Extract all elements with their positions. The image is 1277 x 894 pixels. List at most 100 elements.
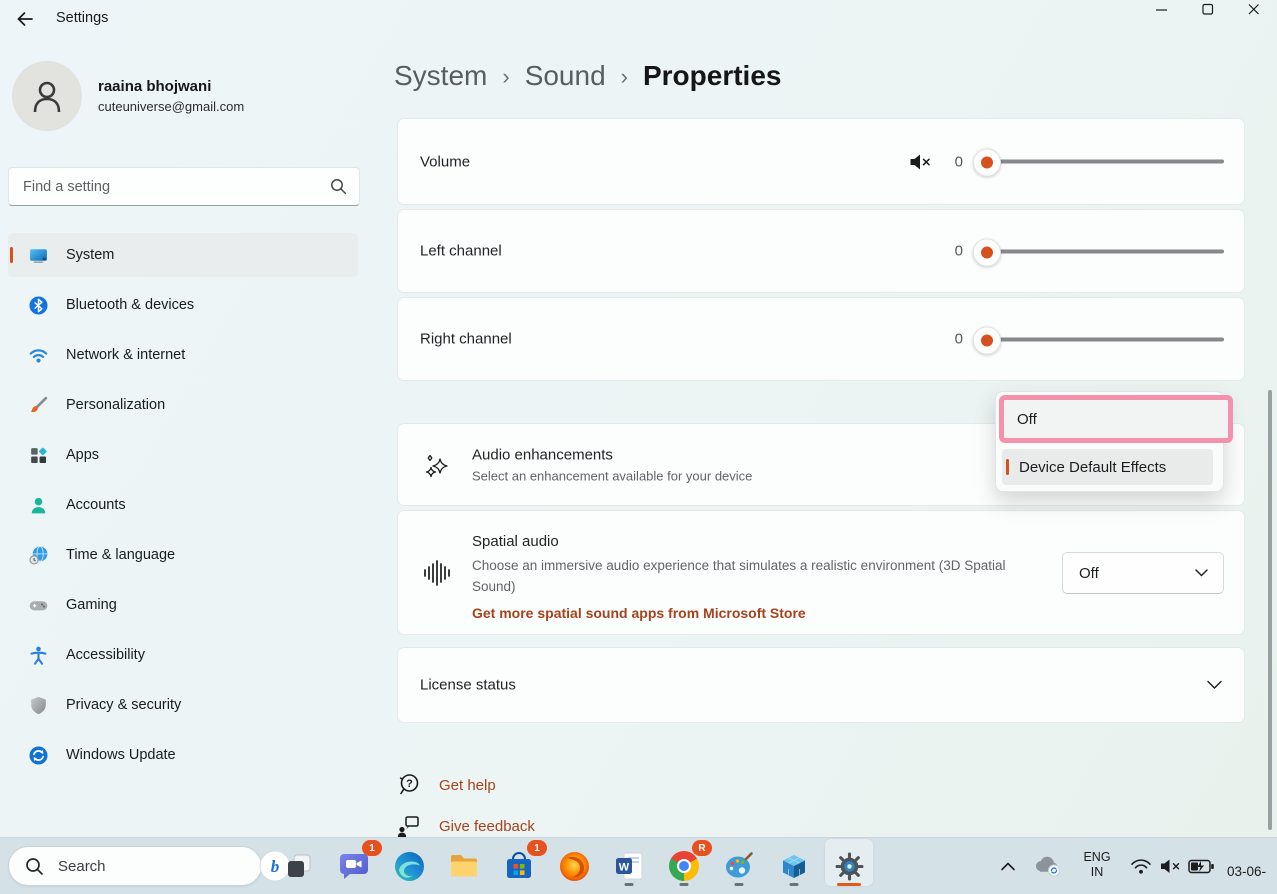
- sidebar-item-system[interactable]: System: [8, 233, 358, 277]
- breadcrumb-separator: ›: [621, 62, 628, 90]
- maximize-button[interactable]: [1185, 0, 1231, 32]
- slider-thumb-dot: [981, 157, 993, 169]
- settings-window: Settings raaina bhojwani cuteuniverse@gm…: [0, 0, 1277, 894]
- minimize-button[interactable]: [1139, 0, 1185, 32]
- word-button[interactable]: W: [607, 844, 651, 888]
- get-help-link[interactable]: ? Get help: [397, 772, 496, 798]
- left-channel-slider-thumb[interactable]: [973, 238, 1001, 266]
- chevron-down-icon: [1207, 681, 1222, 690]
- back-button[interactable]: [8, 4, 42, 34]
- edge-icon: [394, 851, 425, 882]
- tray-language-indicator[interactable]: ENG IN: [1076, 847, 1118, 883]
- network-icon: [28, 345, 49, 366]
- slider-thumb-dot: [981, 246, 993, 258]
- chrome-profile-badge: R: [692, 840, 712, 856]
- breadcrumb-system[interactable]: System: [394, 60, 487, 92]
- microsoft-store-button[interactable]: 1: [497, 844, 541, 888]
- right-channel-slider[interactable]: [974, 337, 1224, 341]
- sidebar-item-accounts[interactable]: Accounts: [8, 483, 358, 527]
- spatial-audio-store-link[interactable]: Get more spatial sound apps from Microso…: [472, 605, 1052, 621]
- audio-enhancements-title: Audio enhancements: [472, 446, 752, 463]
- volume-slider[interactable]: [974, 160, 1224, 164]
- give-feedback-link[interactable]: Give feedback: [397, 813, 535, 839]
- tray-date[interactable]: 03-06-: [1227, 864, 1266, 879]
- sidebar-item-label: Privacy & security: [66, 697, 181, 713]
- chat-button[interactable]: 1: [332, 844, 376, 888]
- volume-value: 0: [947, 153, 963, 170]
- breadcrumb-separator: ›: [502, 62, 509, 90]
- search-icon: [330, 178, 347, 195]
- gaming-icon: [28, 595, 49, 616]
- dropdown-option-label: Device Default Effects: [1019, 459, 1166, 476]
- sidebar-item-accessibility[interactable]: Accessibility: [8, 633, 358, 677]
- close-button[interactable]: [1231, 0, 1277, 32]
- paint-button[interactable]: [717, 844, 761, 888]
- onedrive-button[interactable]: [1030, 852, 1066, 880]
- volume-tray-button[interactable]: [1157, 855, 1185, 877]
- svg-text:W: W: [619, 862, 630, 874]
- taskbar-search[interactable]: b: [8, 846, 262, 886]
- left-channel-card: Left channel 0: [397, 209, 1245, 293]
- right-channel-slider-thumb[interactable]: [973, 326, 1001, 354]
- maximize-icon: [1202, 3, 1214, 15]
- running-indicator: [625, 883, 634, 886]
- battery-tray-button[interactable]: [1186, 855, 1216, 877]
- edge-button[interactable]: [387, 844, 431, 888]
- task-view-icon: [284, 851, 314, 881]
- left-channel-value: 0: [947, 243, 963, 260]
- dropdown-option-device-default-effects[interactable]: Device Default Effects: [1002, 449, 1213, 485]
- enhancements-dropdown-menu: Off Device Default Effects: [995, 391, 1224, 492]
- license-status-label: License status: [420, 677, 516, 694]
- taskbar-search-input[interactable]: [56, 857, 259, 876]
- sidebar-item-label: Windows Update: [66, 747, 176, 763]
- firefox-button[interactable]: [552, 844, 596, 888]
- minimize-icon: [1156, 3, 1168, 15]
- sidebar-item-network-internet[interactable]: Network & internet: [8, 333, 358, 377]
- account-profile[interactable]: raaina bhojwani cuteuniverse@gmail.com: [12, 61, 244, 131]
- get-help-label: Get help: [439, 777, 496, 794]
- file-explorer-button[interactable]: [442, 844, 486, 888]
- spatial-audio-select[interactable]: Off: [1062, 552, 1224, 594]
- accessibility-icon: [28, 645, 49, 666]
- sidebar-item-time-language[interactable]: Time & language: [8, 533, 358, 577]
- personalization-icon: [28, 395, 49, 416]
- volume-slider-thumb[interactable]: [973, 149, 1001, 177]
- tray-chevron-up-button[interactable]: [995, 854, 1021, 878]
- sidebar-item-personalization[interactable]: Personalization: [8, 383, 358, 427]
- search-input[interactable]: [9, 179, 330, 195]
- sidebar-item-privacy-security[interactable]: Privacy & security: [8, 683, 358, 727]
- get-help-icon: ?: [397, 772, 421, 798]
- language-line1: ENG: [1076, 850, 1118, 865]
- close-icon: [1248, 3, 1260, 15]
- find-setting-box[interactable]: [8, 167, 360, 206]
- firefox-icon: [559, 851, 590, 882]
- chrome-button[interactable]: R: [662, 844, 706, 888]
- volume-mute-icon[interactable]: [908, 152, 932, 171]
- sidebar-item-apps[interactable]: Apps: [8, 433, 358, 477]
- dropdown-option-label: Off: [1017, 411, 1037, 428]
- sidebar-item-bluetooth-devices[interactable]: Bluetooth & devices: [8, 283, 358, 327]
- sidebar: raaina bhojwani cuteuniverse@gmail.com S…: [0, 40, 376, 838]
- breadcrumb-sound[interactable]: Sound: [525, 60, 606, 92]
- settings-button[interactable]: [827, 844, 871, 888]
- license-status-card[interactable]: License status: [397, 647, 1245, 723]
- avatar: [12, 61, 82, 131]
- sidebar-item-label: Personalization: [66, 397, 165, 413]
- left-channel-slider[interactable]: [974, 249, 1224, 253]
- taskbar-search-icon: [25, 857, 44, 876]
- sidebar-item-label: Time & language: [66, 547, 175, 563]
- apps-icon: [28, 445, 49, 466]
- sidebar-item-label: Network & internet: [66, 347, 185, 363]
- sidebar-item-windows-update[interactable]: Windows Update: [8, 733, 358, 777]
- dropdown-option-off[interactable]: Off: [999, 395, 1233, 443]
- chevron-down-icon: [1195, 569, 1208, 577]
- sidebar-item-gaming[interactable]: Gaming: [8, 583, 358, 627]
- task-view-button[interactable]: [277, 844, 321, 888]
- settings-gear-icon: [834, 851, 865, 882]
- scrollbar-thumb[interactable]: [1268, 390, 1272, 830]
- chevron-up-icon: [1000, 861, 1016, 871]
- cube-app-button[interactable]: [772, 844, 816, 888]
- wifi-tray-button[interactable]: [1128, 855, 1154, 877]
- spatial-audio-card: Spatial audio Choose an immersive audio …: [397, 510, 1245, 635]
- spatial-audio-title: Spatial audio: [472, 533, 1052, 550]
